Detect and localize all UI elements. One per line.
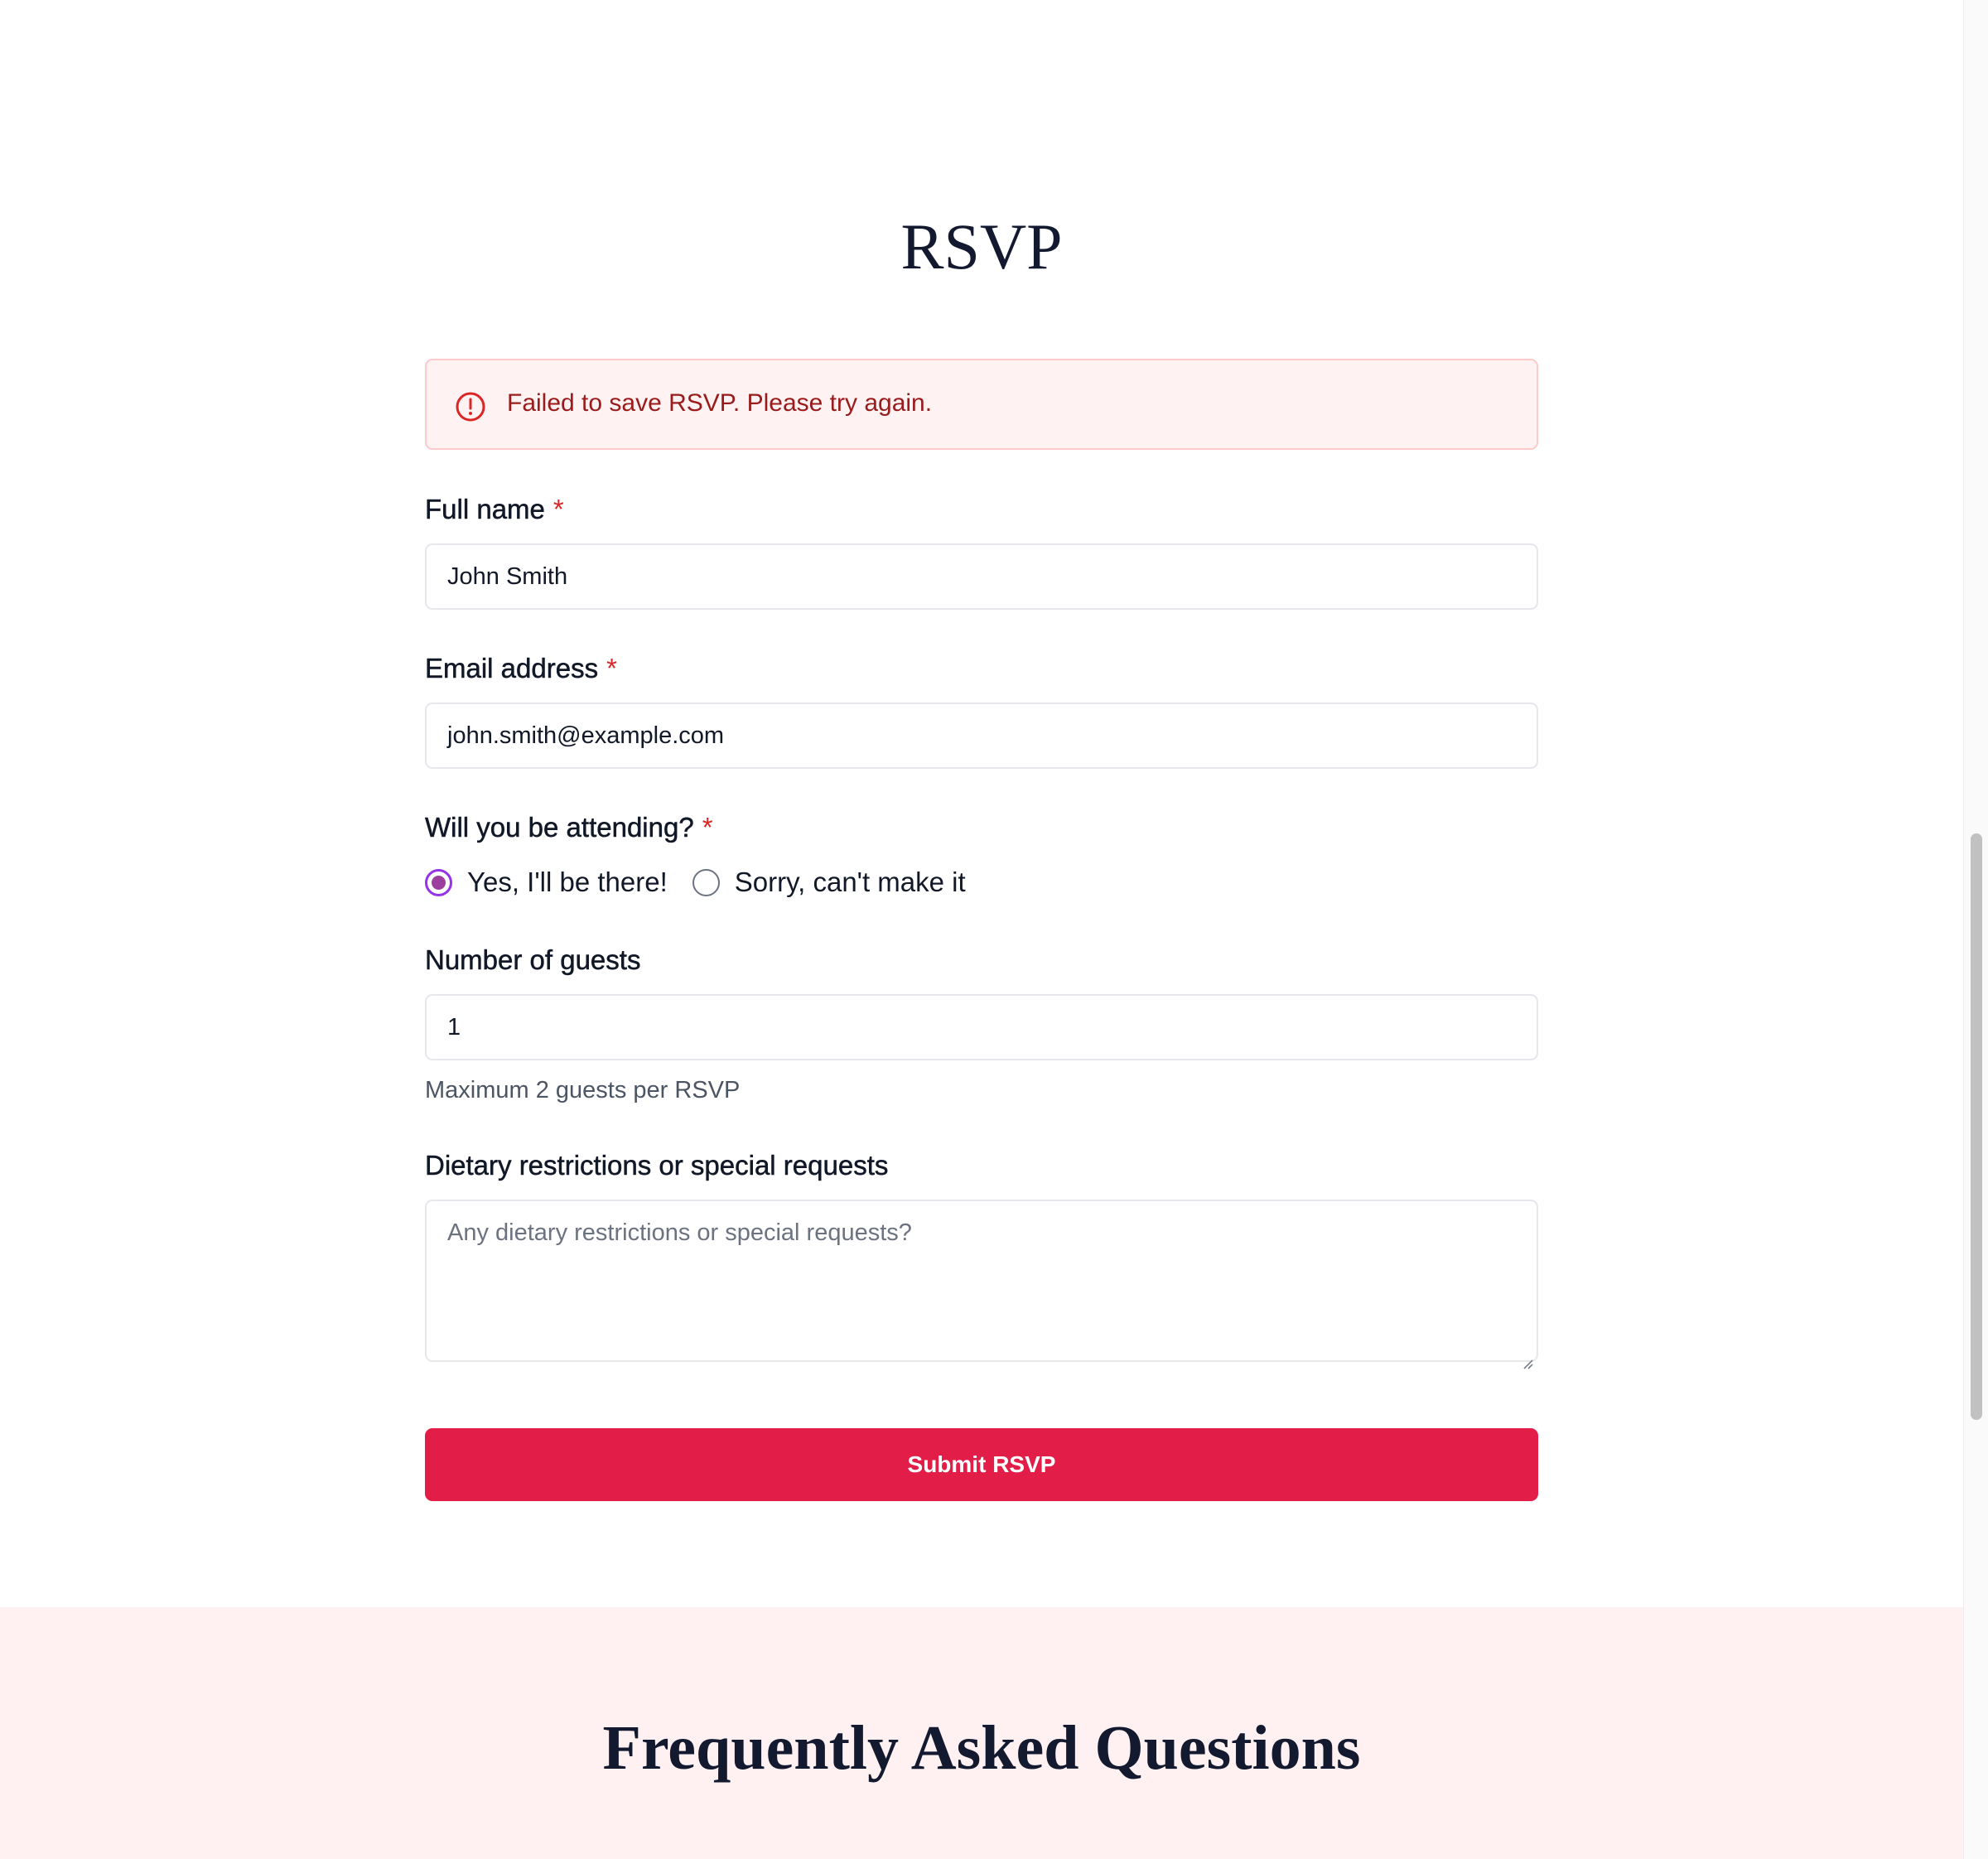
required-mark: * <box>702 812 713 843</box>
guests-input[interactable]: 1 <box>425 994 1538 1060</box>
error-alert: Failed to save RSVP. Please try again. <box>425 359 1538 450</box>
faq-section: Frequently Asked Questions <box>0 1607 1963 1859</box>
attending-yes-radio[interactable] <box>425 868 452 896</box>
scrollbar-track[interactable] <box>1963 0 1988 1859</box>
alert-message: Failed to save RSVP. Please try again. <box>507 389 933 417</box>
dietary-placeholder: Any dietary restrictions or special requ… <box>447 1219 912 1246</box>
attending-yes-label[interactable]: Yes, I'll be there! <box>467 864 668 901</box>
email-label-text: Email address <box>425 653 599 684</box>
attending-no-label[interactable]: Sorry, can't make it <box>735 864 966 901</box>
attending-yes-option[interactable]: Yes, I'll be there! <box>425 864 668 901</box>
full-name-label: Full name * <box>425 491 564 528</box>
attending-label: Will you be attending? * <box>425 809 713 846</box>
full-name-input[interactable]: John Smith <box>425 543 1538 610</box>
page: RSVP Failed to save RSVP. Please try aga… <box>0 0 1963 1859</box>
dietary-label: Dietary restrictions or special requests <box>425 1147 889 1184</box>
attending-radio-group: Yes, I'll be there! Sorry, can't make it <box>425 862 991 903</box>
full-name-label-text: Full name <box>425 494 545 525</box>
guests-hint: Maximum 2 guests per RSVP <box>425 1077 741 1103</box>
email-label: Email address * <box>425 650 617 687</box>
dietary-textarea[interactable]: Any dietary restrictions or special requ… <box>425 1200 1538 1369</box>
scrollbar-thumb[interactable] <box>1971 833 1982 1420</box>
full-name-value: John Smith <box>447 563 568 590</box>
alert-circle-icon <box>454 390 487 423</box>
attending-no-radio[interactable] <box>692 868 720 896</box>
guests-value: 1 <box>447 1014 461 1041</box>
guests-label-text: Number of guests <box>425 944 641 976</box>
rsvp-title: RSVP <box>900 210 1063 282</box>
attending-label-text: Will you be attending? <box>425 812 694 843</box>
required-mark: * <box>552 494 564 524</box>
email-value: john.smith@example.com <box>447 722 725 749</box>
required-mark: * <box>606 653 617 683</box>
resize-handle-icon[interactable] <box>1522 1345 1533 1369</box>
submit-rsvp-button[interactable]: Submit RSVP <box>425 1428 1538 1501</box>
dietary-label-text: Dietary restrictions or special requests <box>425 1150 889 1181</box>
faq-title: Frequently Asked Questions <box>602 1713 1361 1783</box>
email-input[interactable]: john.smith@example.com <box>425 703 1538 769</box>
guests-label: Number of guests <box>425 942 641 978</box>
attending-no-option[interactable]: Sorry, can't make it <box>692 864 966 901</box>
